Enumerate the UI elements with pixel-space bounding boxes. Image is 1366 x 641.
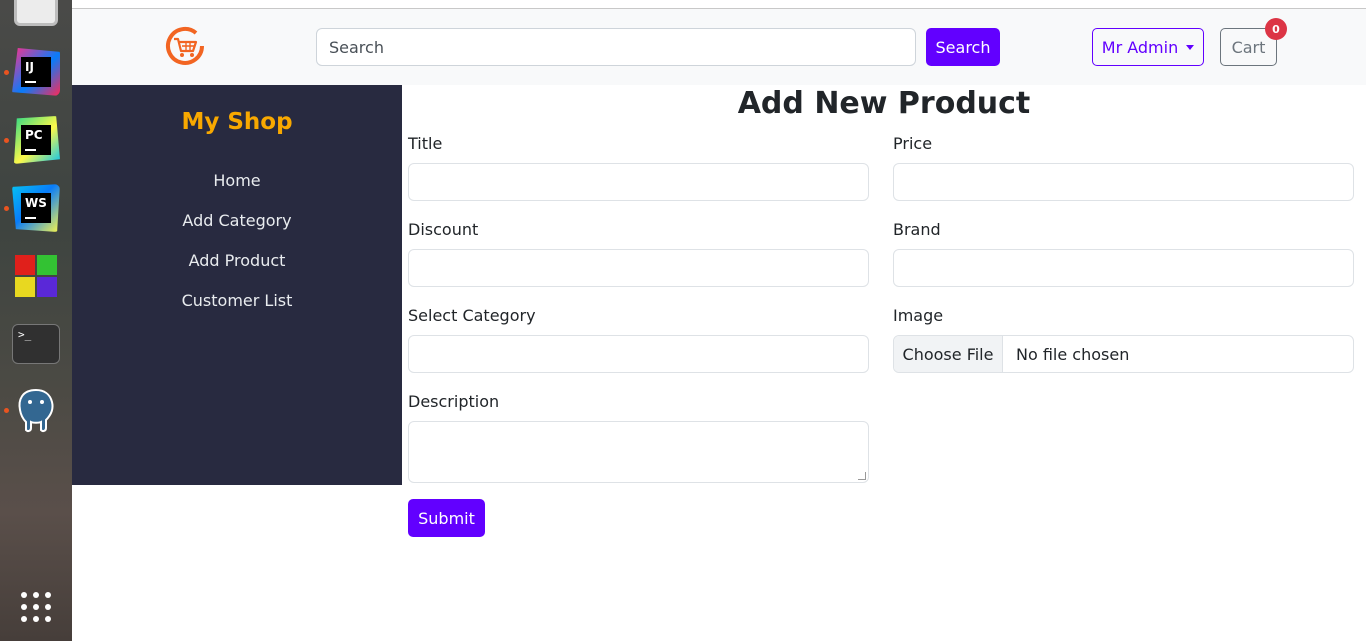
browser-page: Search Mr Admin Cart 0 My Shop Home Add … [72,0,1366,641]
caret-down-icon [1186,44,1195,50]
intellij-idea-icon[interactable]: IJ [12,48,60,96]
search-button[interactable]: Search [926,28,1000,66]
terminal-icon[interactable]: >_ [12,324,60,364]
page-title: Add New Product [737,86,1031,121]
discount-label: Discount [408,220,479,239]
price-field[interactable] [893,163,1354,201]
search-input[interactable] [316,28,916,66]
image-file-input[interactable]: Choose File No file chosen [893,335,1354,373]
title-field[interactable] [408,163,869,201]
price-label: Price [893,134,933,153]
running-indicator [4,206,9,211]
browser-top-edge [72,0,1366,9]
cart-count-badge: 0 [1265,18,1287,40]
running-indicator [4,408,9,413]
sidebar-item-add-product[interactable]: Add Product [72,251,402,270]
file-status-text: No file chosen [1016,344,1130,364]
description-textarea[interactable] [408,421,869,483]
app-label: WS [25,196,47,210]
choose-file-button[interactable]: Choose File [894,336,1003,372]
sidebar-item-add-category[interactable]: Add Category [72,211,402,230]
postgresql-elephant-icon[interactable] [12,386,60,434]
sidebar-item-home[interactable]: Home [72,171,402,190]
admin-dropdown-button[interactable]: Mr Admin [1092,28,1204,66]
submit-button[interactable]: Submit [408,499,485,537]
resize-grip-icon[interactable] [858,472,866,480]
description-label: Description [408,392,500,411]
title-label: Title [408,134,443,153]
running-indicator [4,70,9,75]
app-label: IJ [25,60,34,74]
files-app-icon[interactable] [14,0,58,26]
image-label: Image [893,306,944,325]
brand-field[interactable] [893,249,1354,287]
brand-title[interactable]: My Shop [72,109,402,135]
app-grid-tool-icon[interactable] [12,252,60,300]
sidebar: My Shop Home Add Category Add Product Cu… [72,85,402,485]
running-indicator [4,138,9,143]
app-label: PC [25,128,43,142]
webstorm-icon[interactable]: WS [12,184,60,232]
brand-label: Brand [893,220,941,239]
pycharm-icon[interactable]: PC [13,116,60,164]
category-select[interactable] [408,335,869,373]
show-applications-icon[interactable] [21,592,51,622]
sidebar-item-customer-list[interactable]: Customer List [72,291,402,310]
shop-cart-logo-icon[interactable] [162,23,208,69]
admin-label: Mr Admin [1101,37,1179,57]
os-dock: IJ PC WS >_ [0,0,72,641]
discount-field[interactable] [408,249,869,287]
navbar: Search Mr Admin Cart 0 [72,9,1366,85]
category-label: Select Category [408,306,536,325]
app-label: >_ [18,328,32,341]
